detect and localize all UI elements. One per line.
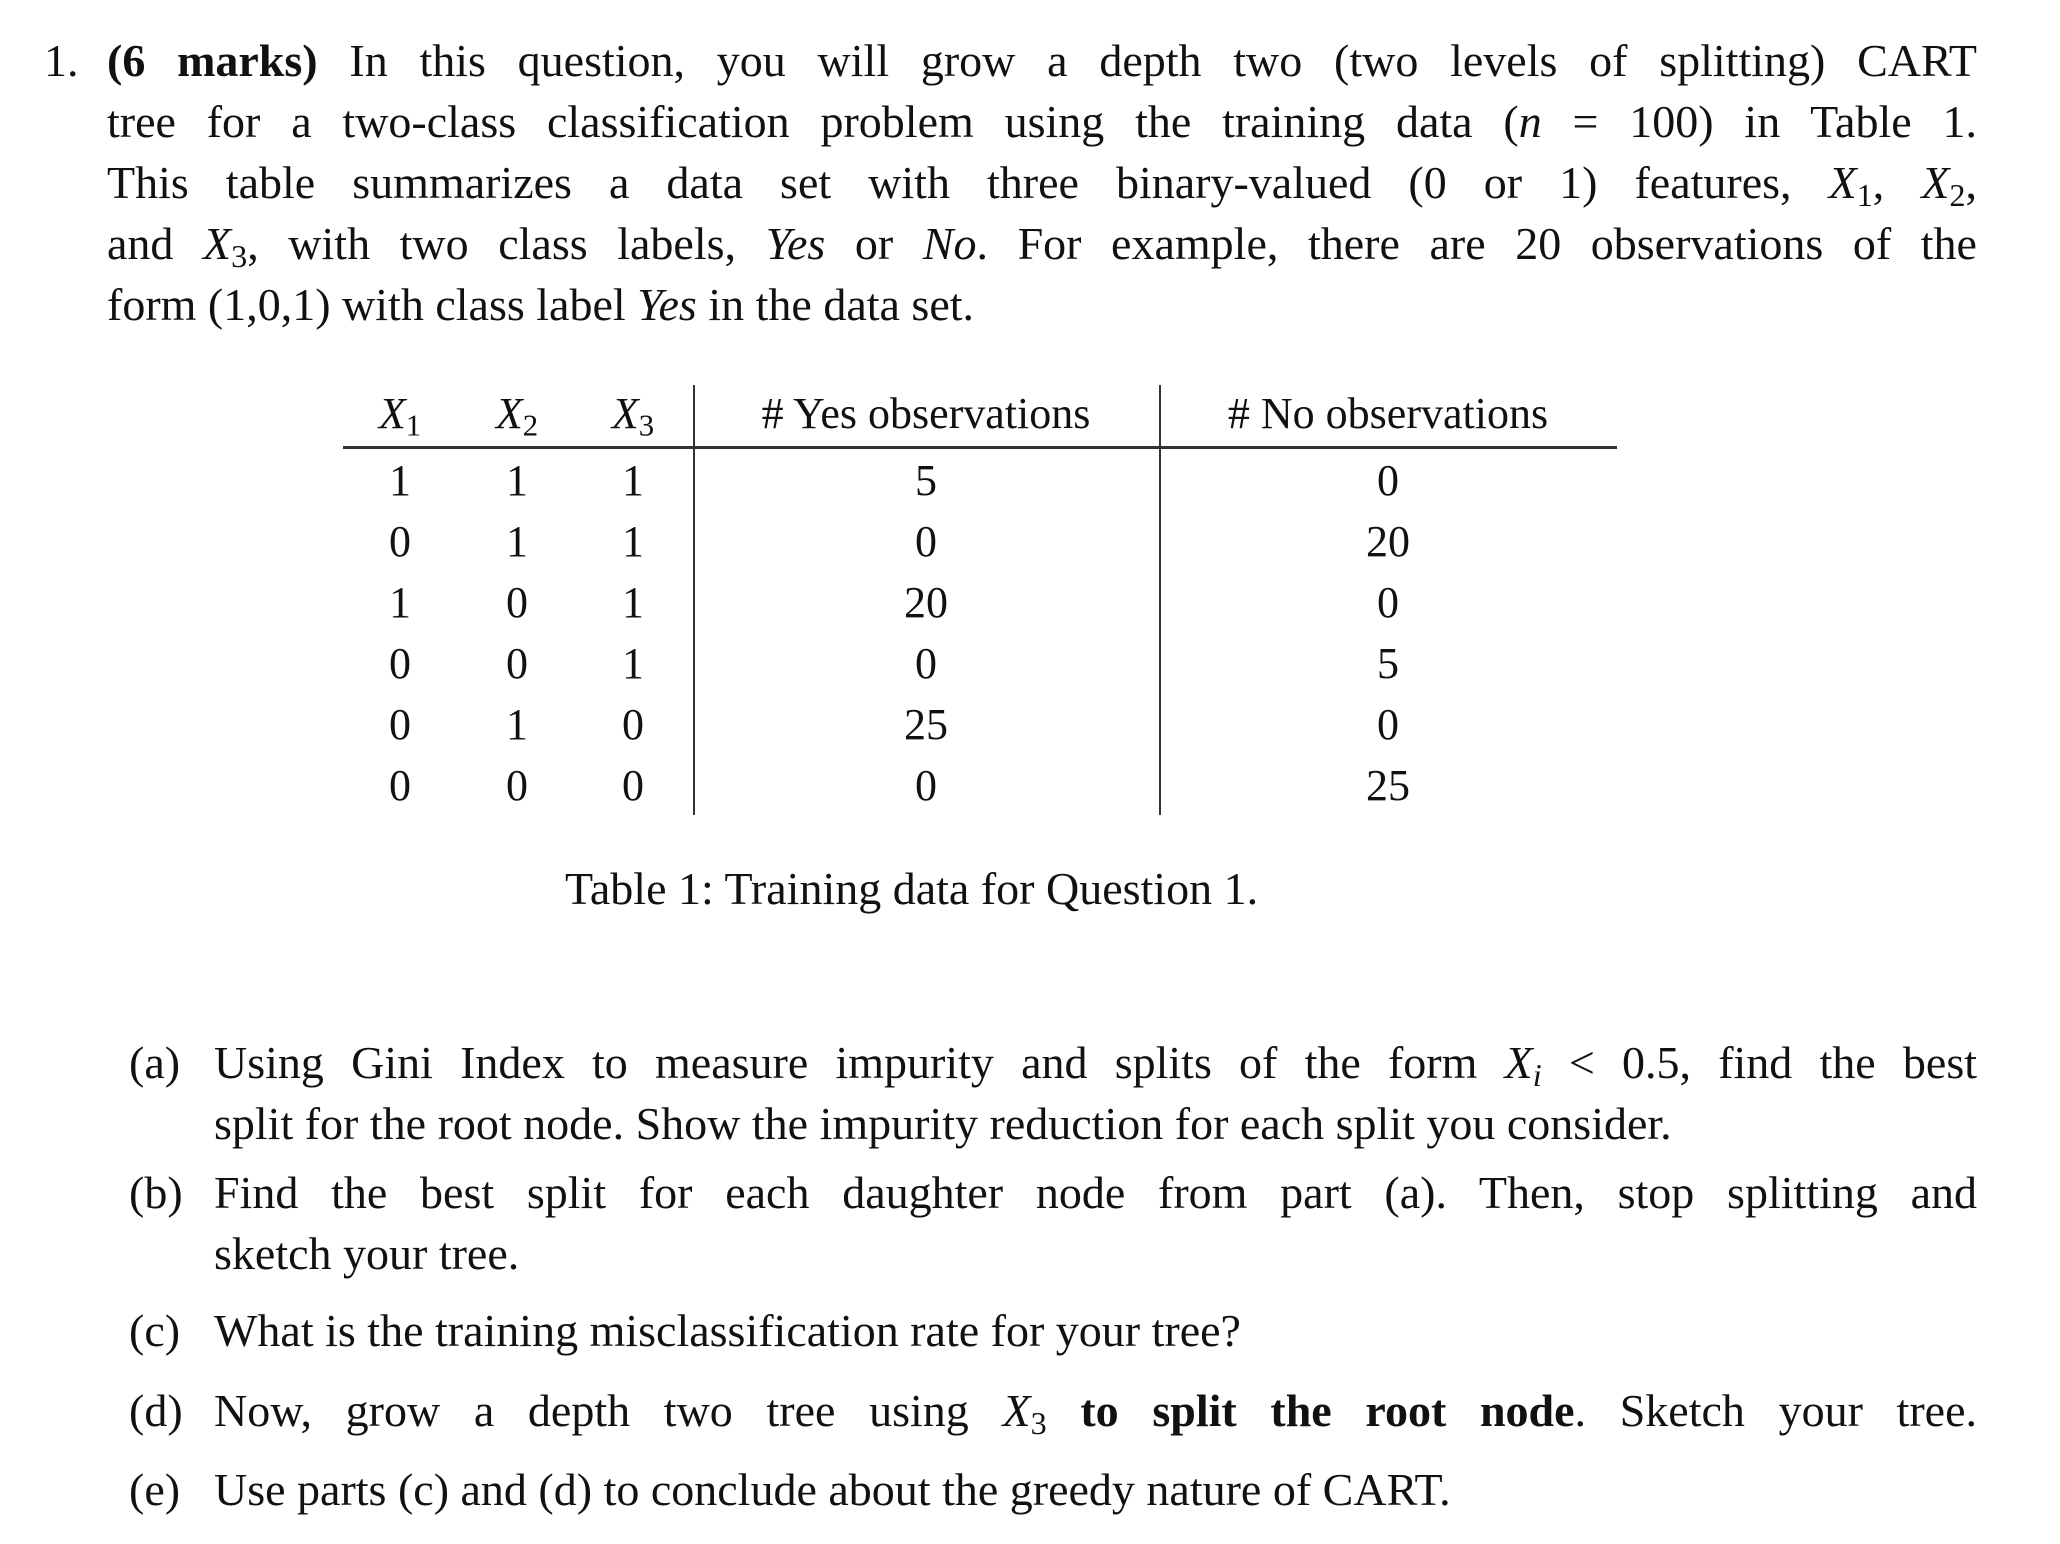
table-cell: 0 [389,700,411,749]
table-cell: 20 [1366,517,1410,566]
table-cell: 1 [506,700,528,749]
table-cell: 1 [622,456,644,505]
sub-question-text: Find the best split for each daughter no… [214,1170,1977,1292]
sub-question-text: Use parts (c) and (d) to conclude about … [214,1467,1977,1528]
intro-line-1-text: In this question, you will grow a depth … [349,35,1977,86]
table-cell: 0 [506,578,528,627]
question-number: 1. [44,35,79,86]
table-cell: 0 [622,700,644,749]
training-data-table: X1 X2 X3 # Yes observations # No observation… [343,385,1617,815]
sub-question-line: sketch your tree. [214,1228,520,1279]
table-header-cell: X1 [378,389,422,443]
table-cell: 0 [506,761,528,810]
sub-question-line: Now, grow a depth two tree using X3 to s… [214,1385,1978,1442]
intro-line-3: This table summarizes a data set with th… [107,157,1978,214]
intro-line-1: (6 marks) In this question, you will gro… [107,38,1977,99]
table-header-cell: X2 [495,389,539,443]
table-header-cell: # No observations [1227,389,1549,438]
question-intro: (6 marks) In this question, you will gro… [107,38,1977,343]
sub-question-label: (a) [129,1037,181,1088]
table-cell: 5 [915,456,937,505]
table-cell: 0 [389,761,411,810]
sub-question-text: Using Gini Index to measure impurity and… [214,1040,1977,1162]
sub-question-label: (b) [129,1167,183,1218]
table-cell: 20 [904,578,948,627]
column-divider-2 [1159,385,1161,815]
sub-question-label: (e) [129,1464,181,1515]
table-cell: 1 [622,517,644,566]
sub-question-text: Now, grow a depth two tree using X3 to s… [214,1388,1977,1449]
table-cell: 0 [506,639,528,688]
header-rule [343,446,1617,449]
marks-label: (6 marks) [107,35,318,86]
table-cell: 1 [389,578,411,627]
table-cell: 25 [904,700,948,749]
table-cell: 5 [1377,639,1399,688]
table-cell: 25 [1366,761,1410,810]
table-cell: 0 [1377,456,1399,505]
sub-question-text: What is the training misclassification r… [214,1308,1977,1369]
intro-line-4: and X3, with two class labels, Yes or No… [107,218,1977,275]
table-cell: 0 [1377,700,1399,749]
table-cell: 0 [389,517,411,566]
table-cell: 0 [622,761,644,810]
table-cell: 1 [506,517,528,566]
sub-question-line: What is the training misclassification r… [214,1305,1241,1356]
table-cell: 0 [1377,578,1399,627]
table-cell: 0 [915,761,937,810]
table-cell: 0 [389,639,411,688]
sub-question-label: (c) [129,1305,181,1356]
sub-question-label: (d) [129,1385,183,1436]
table-cell: 1 [622,639,644,688]
table-cell: 1 [506,456,528,505]
sub-question-line: Using Gini Index to measure impurity and… [214,1037,1977,1094]
table-header-cell: # Yes observations [761,389,1091,438]
table-cell: 0 [915,639,937,688]
sub-question-line: split for the root node. Show the impuri… [214,1098,1672,1149]
sub-question-line: Find the best split for each daughter no… [214,1167,1977,1218]
table-caption: Table 1: Training data for Question 1. [565,863,1259,914]
table-cell: 1 [622,578,644,627]
intro-line-5: form (1,0,1) with class label Yes in the… [107,279,975,330]
table-cell: 1 [389,456,411,505]
table-cell: 0 [915,517,937,566]
column-divider-1 [693,385,695,815]
intro-line-2: tree for a two-class classification prob… [107,96,1977,147]
table-header-cell: X3 [611,389,655,443]
sub-question-line: Use parts (c) and (d) to conclude about … [214,1464,1451,1515]
